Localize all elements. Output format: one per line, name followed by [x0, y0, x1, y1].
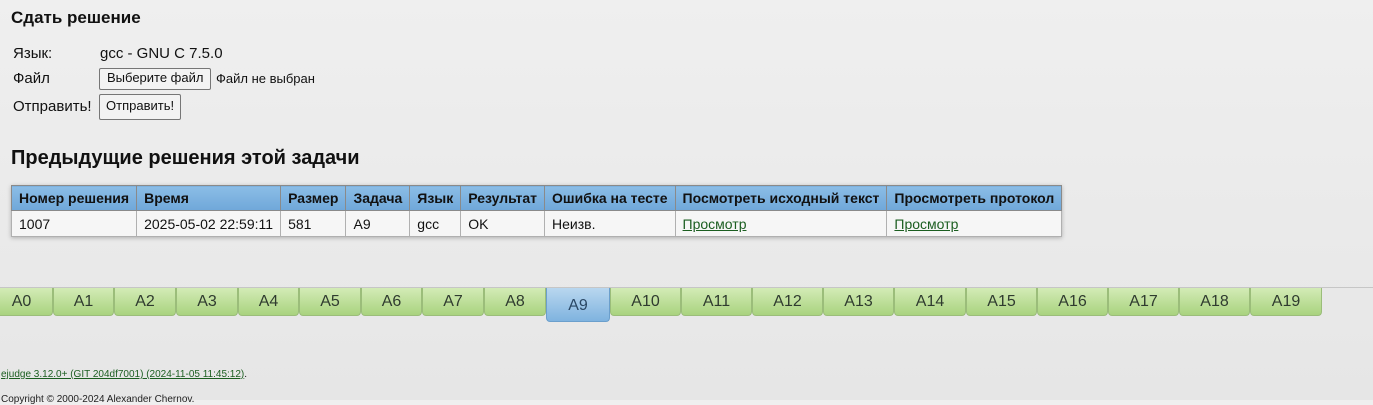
cell-size: 581 [280, 210, 347, 237]
col-size: Размер [280, 185, 347, 211]
version-link[interactable]: ejudge 3.12.0+ (GIT 204df7001) (2024-11-… [1, 369, 244, 380]
tab-a15[interactable]: A15 [966, 288, 1037, 316]
table-row: 1007 2025-05-02 22:59:11 581 A9 gcc OK Н… [10, 210, 1063, 237]
tab-a11[interactable]: A11 [681, 288, 752, 316]
submit-button[interactable]: Отправить! [99, 94, 182, 120]
cell-time: 2025-05-02 22:59:11 [136, 210, 282, 237]
cell-language: gcc [409, 210, 462, 237]
col-time: Время [136, 185, 282, 211]
col-problem: Задача [345, 185, 411, 211]
cell-run-id: 1007 [10, 210, 138, 237]
footer-version: ejudge 3.12.0+ (GIT 204df7001) (2024-11-… [1, 369, 247, 380]
cell-result: OK [460, 210, 546, 237]
submit-heading: Сдать решение [11, 8, 141, 27]
tab-a1[interactable]: A1 [53, 288, 114, 316]
tab-a17[interactable]: A17 [1108, 288, 1179, 316]
tab-a5[interactable]: A5 [299, 288, 361, 316]
cell-view-source: Просмотр [674, 210, 888, 237]
tab-a13[interactable]: A13 [823, 288, 894, 316]
tab-a3[interactable]: A3 [176, 288, 238, 316]
tab-a0[interactable]: A0 [0, 288, 53, 316]
tab-a19[interactable]: A19 [1250, 288, 1322, 316]
view-source-link[interactable]: Просмотр [683, 216, 747, 232]
view-report-link[interactable]: Просмотр [894, 216, 958, 232]
tab-a10[interactable]: A10 [610, 288, 681, 316]
col-run-id: Номер решения [10, 185, 138, 211]
col-view-report: Просмотреть протокол [886, 185, 1063, 211]
language-value: gcc - GNU C 7.5.0 [100, 45, 223, 62]
tab-a9[interactable]: A9 [546, 288, 610, 322]
choose-file-button[interactable]: Выберите файл [99, 68, 212, 90]
cell-failed-test: Неизв. [544, 210, 676, 237]
table-header-row: Номер решения Время Размер Задача Язык Р… [10, 185, 1063, 211]
tab-a18[interactable]: A18 [1179, 288, 1250, 316]
tab-a12[interactable]: A12 [752, 288, 823, 316]
problem-tabs: A0 A1 A2 A3 A4 A5 A6 A7 A8 A9 A10 A11 A1… [0, 287, 1373, 322]
cell-view-report: Просмотр [886, 210, 1063, 237]
file-label: Файл [13, 70, 50, 87]
tab-a4[interactable]: A4 [238, 288, 299, 316]
send-label: Отправить! [13, 98, 92, 115]
tab-a7[interactable]: A7 [422, 288, 484, 316]
cell-problem: A9 [345, 210, 411, 237]
tab-a2[interactable]: A2 [114, 288, 176, 316]
tab-a14[interactable]: A14 [894, 288, 966, 316]
runs-table: Номер решения Время Размер Задача Язык Р… [10, 185, 1063, 237]
col-view-source: Посмотреть исходный текст [674, 185, 888, 211]
col-language: Язык [409, 185, 462, 211]
file-status: Файл не выбран [216, 71, 315, 86]
col-result: Результат [460, 185, 546, 211]
col-failed-test: Ошибка на тесте [544, 185, 676, 211]
tab-a8[interactable]: A8 [484, 288, 546, 316]
previous-runs-heading: Предыдущие решения этой задачи [11, 147, 360, 169]
tab-a6[interactable]: A6 [361, 288, 422, 316]
language-label: Язык: [13, 45, 53, 62]
tab-a16[interactable]: A16 [1037, 288, 1108, 316]
version-suffix: . [244, 369, 248, 380]
